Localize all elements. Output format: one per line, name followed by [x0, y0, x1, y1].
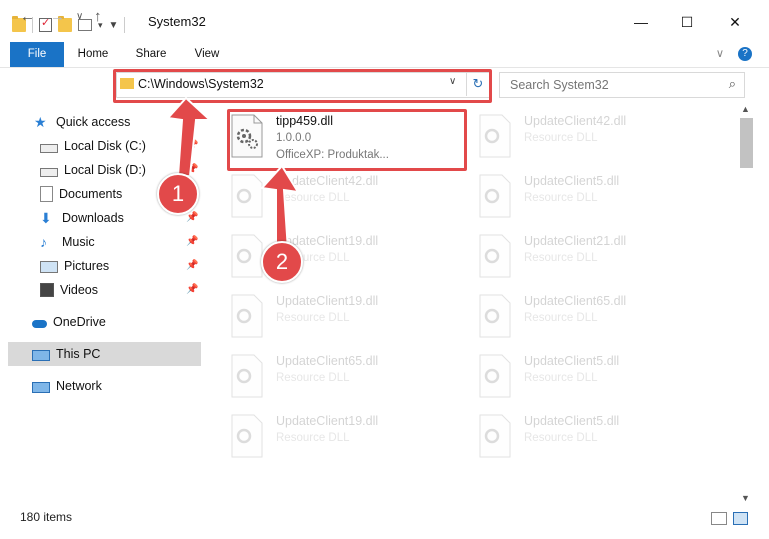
item-count: 180 items — [20, 510, 73, 524]
callout-badge-1: 1 — [157, 173, 199, 215]
arrow-up-icon — [166, 96, 213, 177]
large-icons-view-icon[interactable] — [733, 512, 748, 525]
arrow-up-icon — [259, 164, 300, 252]
callout-arrows — [166, 96, 300, 252]
details-view-icon[interactable] — [711, 512, 727, 525]
callout-badge-2: 2 — [261, 241, 303, 283]
status-bar — [0, 507, 769, 539]
